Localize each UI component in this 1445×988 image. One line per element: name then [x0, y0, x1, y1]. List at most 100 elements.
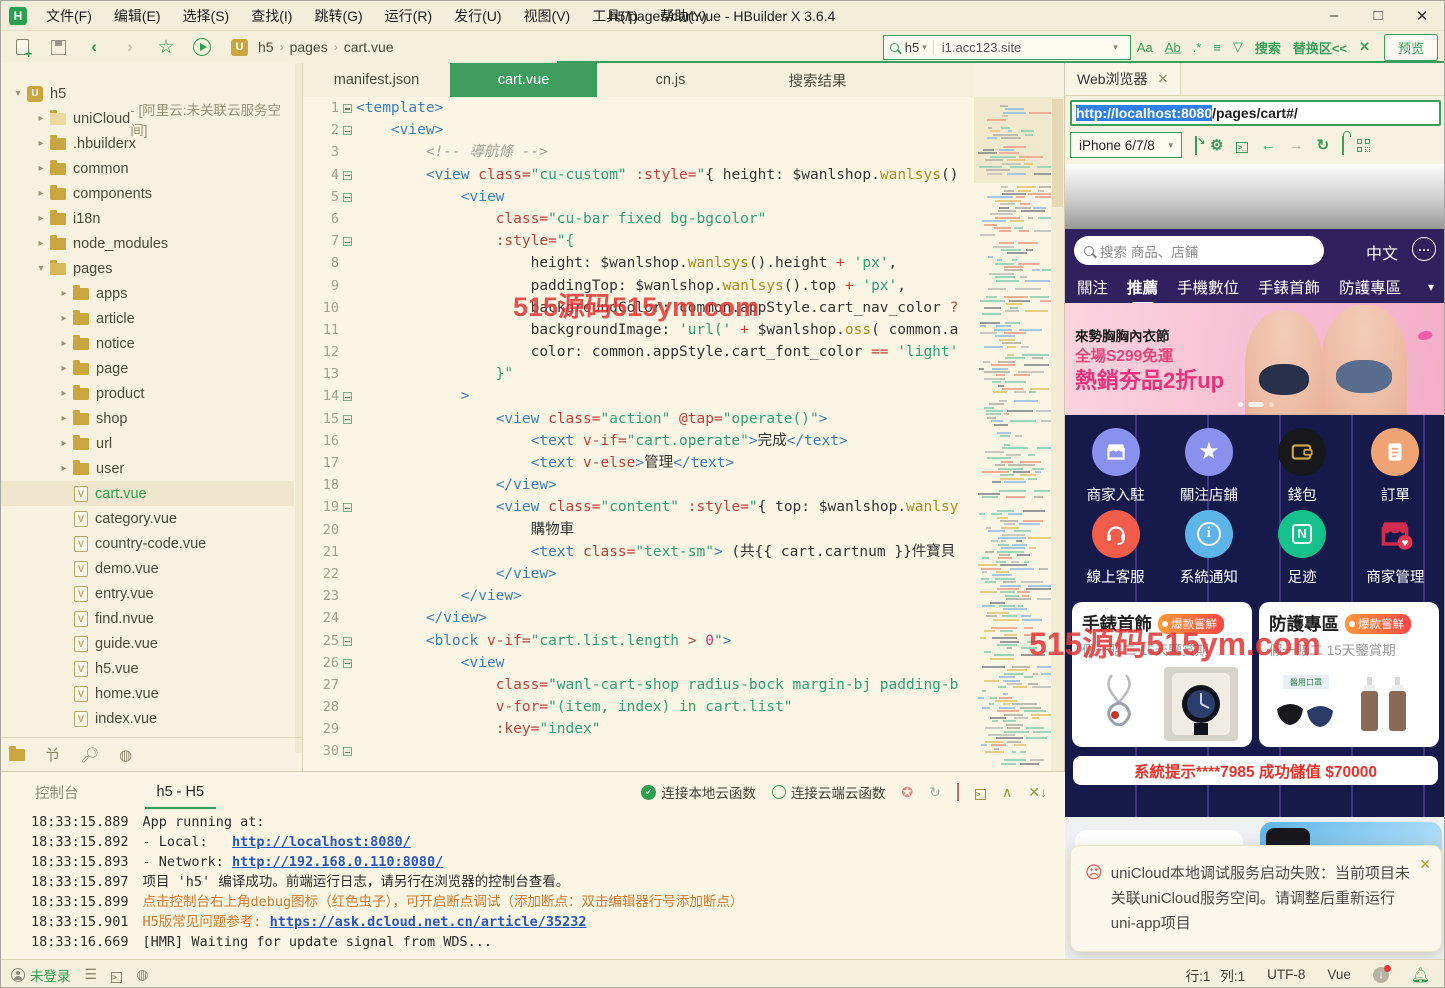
tree-caret-icon[interactable]: ▸: [57, 338, 71, 349]
line-number[interactable]: 9: [303, 275, 339, 297]
console-tab-h5[interactable]: h5 - H5: [145, 775, 217, 809]
app-tab-手機數位[interactable]: 手機數位: [1177, 276, 1239, 298]
file-tree-item-demo.vue[interactable]: Vdemo.vue: [1, 556, 294, 581]
tree-caret-icon[interactable]: ▸: [34, 213, 48, 224]
remote-cloud-status[interactable]: 连接云端云函数: [772, 782, 886, 802]
tree-caret-icon[interactable]: ▸: [57, 388, 71, 399]
search-action-button[interactable]: 搜索: [1255, 38, 1281, 57]
line-number[interactable]: 13: [303, 363, 339, 385]
folder-tree-item-node_modules[interactable]: ▸node_modules: [1, 231, 294, 256]
fold-marker-icon[interactable]: [339, 385, 356, 407]
line-number[interactable]: 11: [303, 319, 339, 341]
refresh-icon[interactable]: ↻: [1317, 136, 1330, 154]
code-line[interactable]: 13 }": [303, 363, 974, 385]
folder-tree-item-apps[interactable]: ▸apps: [1, 281, 294, 306]
code-line[interactable]: 7 :style="{: [303, 230, 974, 252]
tree-caret-icon[interactable]: ▸: [34, 188, 48, 199]
code-line[interactable]: 19 <view class="content" :style="{ top: …: [303, 496, 974, 518]
search-scope[interactable]: h5: [905, 40, 919, 55]
breadcrumb-item[interactable]: pages: [286, 39, 332, 55]
notification-bell-icon[interactable]: 🔔︎: [1411, 966, 1430, 984]
code-line[interactable]: 21 <text class="text-sm"> (共{{ cart.cart…: [303, 541, 974, 563]
folder-tree-item-url[interactable]: ▸url: [1, 431, 294, 456]
file-tree-item-home.vue[interactable]: Vhome.vue: [1, 681, 294, 706]
tree-caret-icon[interactable]: ▸: [57, 413, 71, 424]
fold-marker-icon[interactable]: [339, 230, 356, 252]
close-button[interactable]: ✕: [1400, 1, 1444, 31]
line-number[interactable]: 20: [303, 519, 339, 541]
menu-item[interactable]: 编辑(E): [103, 1, 172, 31]
tree-caret-icon[interactable]: ▾: [34, 263, 48, 274]
fold-marker-icon[interactable]: [339, 652, 356, 674]
tree-caret-icon[interactable]: ▸: [57, 363, 71, 374]
fold-marker-icon[interactable]: [339, 496, 356, 518]
code-line[interactable]: 30: [303, 740, 974, 762]
update-download-icon[interactable]: ↓: [1373, 967, 1389, 983]
code-line[interactable]: 20 購物車: [303, 519, 974, 541]
line-number[interactable]: 27: [303, 674, 339, 696]
file-tree-item-guide.vue[interactable]: Vguide.vue: [1, 631, 294, 656]
line-number[interactable]: 18: [303, 474, 339, 496]
code-line[interactable]: 23 </view>: [303, 585, 974, 607]
task-list-icon[interactable]: ☰: [85, 966, 98, 983]
line-number[interactable]: 10: [303, 297, 339, 319]
tree-caret-icon[interactable]: ▾: [11, 88, 25, 99]
line-number[interactable]: 17: [303, 452, 339, 474]
line-number[interactable]: 23: [303, 585, 339, 607]
quick-action-商家管理[interactable]: ♥商家管理: [1349, 507, 1442, 589]
fold-marker-icon[interactable]: [339, 408, 356, 430]
fold-marker-icon[interactable]: [339, 740, 356, 762]
files-view-icon[interactable]: [9, 749, 25, 761]
code-area[interactable]: 1<template>2 <view>3 <!-- 導航條 -->4 <view…: [303, 97, 974, 771]
breadcrumb-item[interactable]: h5: [254, 39, 278, 55]
tree-caret-icon[interactable]: ▸: [57, 313, 71, 324]
carousel-dots[interactable]: [1238, 402, 1274, 407]
quick-action-商家入駐[interactable]: 商家入駐: [1069, 425, 1162, 507]
sidebar-scrollbar[interactable]: [295, 63, 302, 753]
regex-icon[interactable]: .*: [1193, 40, 1202, 55]
line-number[interactable]: 6: [303, 208, 339, 230]
menu-item[interactable]: 视图(V): [513, 1, 582, 31]
line-number[interactable]: 21: [303, 541, 339, 563]
language-switch[interactable]: 中文: [1366, 240, 1398, 264]
match-word-icon[interactable]: A̲b̲: [1165, 40, 1181, 55]
menu-item[interactable]: 跳转(G): [303, 1, 373, 31]
editor-tab-搜索结果[interactable]: 搜索结果: [744, 63, 891, 97]
editor-tab-cn.js[interactable]: cn.js: [597, 63, 744, 97]
back-button[interactable]: ‹: [79, 34, 109, 60]
tree-caret-icon[interactable]: ▸: [57, 288, 71, 299]
menu-item[interactable]: 查找(I): [240, 1, 303, 31]
line-number[interactable]: 12: [303, 341, 339, 363]
menu-item[interactable]: 文件(F): [35, 1, 103, 31]
quick-action-足迹[interactable]: N足迹: [1256, 507, 1349, 589]
line-number[interactable]: 24: [303, 607, 339, 629]
folder-tree-item-product[interactable]: ▸product: [1, 381, 294, 406]
settings-gear-icon[interactable]: ⚙: [1210, 136, 1223, 154]
quick-action-訂單[interactable]: 訂單: [1349, 425, 1442, 507]
folder-tree-item-uniCloud[interactable]: ▸uniCloud - [阿里云:未关联云服务空间]: [1, 106, 294, 131]
device-selector[interactable]: iPhone 6/7/8▾: [1070, 132, 1182, 158]
line-number[interactable]: 30: [303, 740, 339, 762]
new-terminal-icon[interactable]: >_: [975, 784, 986, 800]
fold-marker-icon[interactable]: [339, 186, 356, 208]
editor-tab-cart.vue[interactable]: cart.vue: [450, 63, 597, 97]
login-status[interactable]: 未登录: [11, 965, 71, 985]
folder-tree-item-i18n[interactable]: ▸i18n: [1, 206, 294, 231]
menu-item[interactable]: 运行(R): [374, 1, 443, 31]
quick-action-關注店鋪[interactable]: ★關注店鋪: [1162, 425, 1255, 507]
code-line[interactable]: 14 >: [303, 385, 974, 407]
quick-action-線上客服[interactable]: 線上客服: [1069, 507, 1162, 589]
collapse-panel-icon[interactable]: ∧: [1002, 784, 1012, 801]
chevron-down-icon[interactable]: ▾: [922, 42, 927, 53]
unicloud-error-toast[interactable]: ☹ uniCloud本地调试服务启动失败：当前项目未关联uniCloud服务空间…: [1070, 845, 1442, 952]
menu-item[interactable]: 帮助(Y): [649, 1, 718, 31]
code-line[interactable]: 28 v-for="(item, index) in cart.list": [303, 696, 974, 718]
search-view-icon[interactable]: 🔎︎: [80, 746, 99, 764]
code-line[interactable]: 24 </view>: [303, 607, 974, 629]
code-line[interactable]: 6 class="cu-bar fixed bg-bgcolor": [303, 208, 974, 230]
editor-scrollbar[interactable]: [1051, 97, 1064, 771]
quick-search-box[interactable]: h5 ▾ i1.acc123.site ▾: [883, 35, 1131, 60]
app-tab-推薦[interactable]: 推薦: [1127, 276, 1158, 298]
fold-marker-icon[interactable]: [339, 164, 356, 186]
terminal-icon[interactable]: >_: [111, 967, 122, 983]
